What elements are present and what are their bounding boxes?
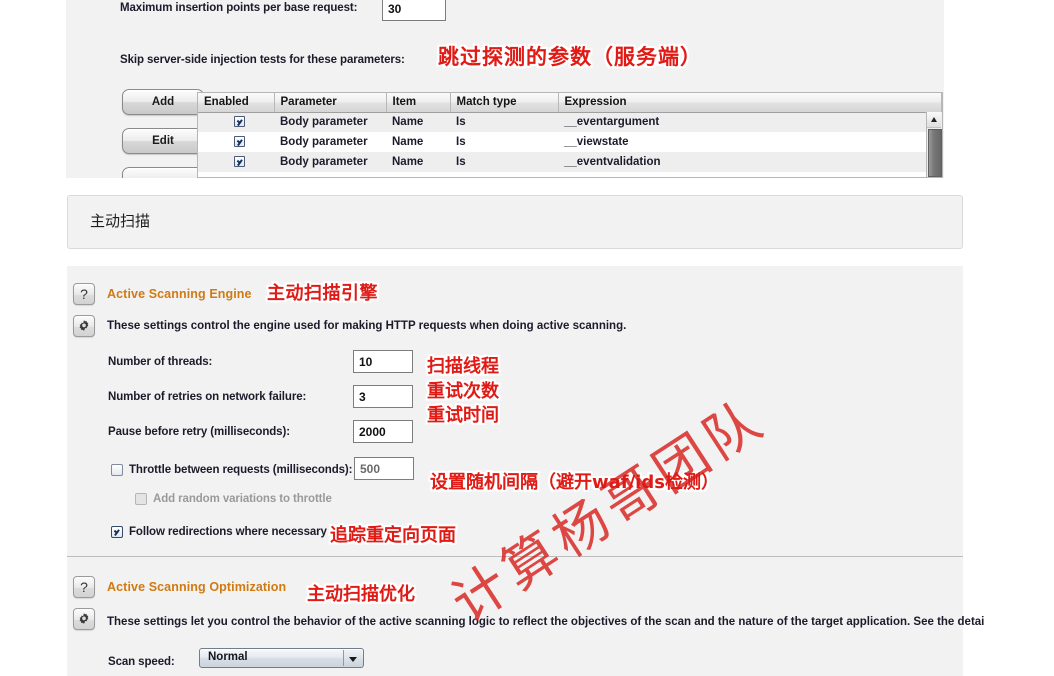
follow-redirections-checkbox[interactable] xyxy=(111,526,123,538)
throttle-label: Throttle between requests (milliseconds)… xyxy=(129,464,353,476)
cell-expression: __eventvalidation xyxy=(558,152,942,172)
cell-enabled[interactable] xyxy=(198,152,274,172)
annotation-skip-params: 跳过探测的参数（服务端） xyxy=(438,45,702,69)
retries-label: Number of retries on network failure: xyxy=(108,391,307,403)
annotation-retries: 重试次数 xyxy=(427,381,499,402)
screenshot-root: Maximum insertion points per base reques… xyxy=(0,0,1054,676)
cell-expression: __viewstate xyxy=(558,132,942,152)
cell-enabled[interactable] xyxy=(198,112,274,132)
cell-item: Name xyxy=(386,112,450,132)
threads-label: Number of threads: xyxy=(108,356,213,368)
throttle-input[interactable]: 500 xyxy=(354,457,414,480)
engine-section-description: These settings control the engine used f… xyxy=(107,320,627,332)
cell-match-type: Is xyxy=(450,152,558,172)
gear-icon-optimization[interactable] xyxy=(73,608,95,630)
throttle-checkbox[interactable] xyxy=(111,464,123,476)
help-icon-optimization[interactable]: ? xyxy=(73,576,95,598)
skip-params-grid: Enabled Parameter Item Match type Expres… xyxy=(198,93,942,172)
cell-match-type: Is xyxy=(450,112,558,132)
row-enabled-checkbox[interactable] xyxy=(233,115,245,127)
table-row[interactable]: Body parameter Name Is __eventargument xyxy=(198,112,942,132)
scrollbar-thumb[interactable] xyxy=(928,129,942,177)
skip-injection-tests-label: Skip server-side injection tests for the… xyxy=(120,54,405,66)
max-insertion-points-input[interactable]: 30 xyxy=(382,0,446,21)
annotation-throttle: 设置随机间隔（避开waf/ids检测） xyxy=(430,472,719,493)
annotation-optimization-title: 主动扫描优化 xyxy=(307,584,415,605)
column-header-item[interactable]: Item xyxy=(386,93,451,113)
add-button[interactable]: Add xyxy=(122,89,204,115)
edit-button-label: Edit xyxy=(152,135,174,147)
cell-item: Name xyxy=(386,152,450,172)
table-row[interactable]: Body parameter Name Is __eventvalidation xyxy=(198,152,942,172)
scan-speed-value: Normal xyxy=(208,651,248,663)
retries-input[interactable]: 3 xyxy=(353,385,413,408)
gear-icon[interactable] xyxy=(73,315,95,337)
chevron-down-icon[interactable] xyxy=(343,650,362,666)
pause-label: Pause before retry (milliseconds): xyxy=(108,426,290,438)
column-header-parameter[interactable]: Parameter xyxy=(274,93,387,113)
section-divider xyxy=(67,556,963,557)
column-header-enabled[interactable]: Enabled xyxy=(198,93,275,113)
pause-input[interactable]: 2000 xyxy=(353,420,413,443)
remove-button[interactable] xyxy=(122,167,204,178)
follow-redirections-label: Follow redirections where necessary xyxy=(129,526,327,538)
table-row[interactable]: Body parameter Name Is __viewstate xyxy=(198,132,942,152)
add-button-label: Add xyxy=(151,96,175,108)
row-enabled-checkbox[interactable] xyxy=(233,135,245,147)
cell-expression: __eventargument xyxy=(558,112,942,132)
cell-enabled[interactable] xyxy=(198,132,274,152)
skip-injection-tests-panel: Maximum insertion points per base reques… xyxy=(66,0,944,178)
optimization-section-description: These settings let you control the behav… xyxy=(107,616,985,628)
random-variation-label: Add random variations to throttle xyxy=(153,493,332,505)
table-vertical-scrollbar[interactable] xyxy=(926,112,942,177)
cell-match-type: Is xyxy=(450,132,558,152)
annotation-threads: 扫描线程 xyxy=(427,356,499,377)
column-header-expression[interactable]: Expression xyxy=(558,93,942,113)
active-scan-section-title: 主动扫描 xyxy=(90,212,151,230)
threads-input[interactable]: 10 xyxy=(353,350,413,373)
cell-parameter: Body parameter xyxy=(274,112,386,132)
scan-speed-dropdown[interactable]: Normal xyxy=(199,648,364,668)
scan-speed-label: Scan speed: xyxy=(108,656,175,668)
column-header-match-type[interactable]: Match type xyxy=(450,93,559,113)
annotation-follow-redirections: 追踪重定向页面 xyxy=(330,525,456,546)
cell-parameter: Body parameter xyxy=(274,132,386,152)
random-variation-checkbox[interactable] xyxy=(135,493,147,505)
optimization-section-title: Active Scanning Optimization xyxy=(107,580,287,594)
edit-button[interactable]: Edit xyxy=(122,128,204,154)
scroll-up-arrow-icon[interactable] xyxy=(927,112,941,128)
cell-parameter: Body parameter xyxy=(274,152,386,172)
help-icon[interactable]: ? xyxy=(73,283,95,305)
skip-params-table[interactable]: Enabled Parameter Item Match type Expres… xyxy=(197,92,943,178)
engine-section-title: Active Scanning Engine xyxy=(107,287,252,301)
cell-item: Name xyxy=(386,132,450,152)
max-insertion-points-label: Maximum insertion points per base reques… xyxy=(120,2,358,14)
annotation-retry-time: 重试时间 xyxy=(427,405,499,426)
row-enabled-checkbox[interactable] xyxy=(233,155,245,167)
annotation-engine-title: 主动扫描引擎 xyxy=(267,283,378,304)
table-header-row: Enabled Parameter Item Match type Expres… xyxy=(198,93,942,113)
active-scan-section-header: 主动扫描 xyxy=(67,195,963,249)
